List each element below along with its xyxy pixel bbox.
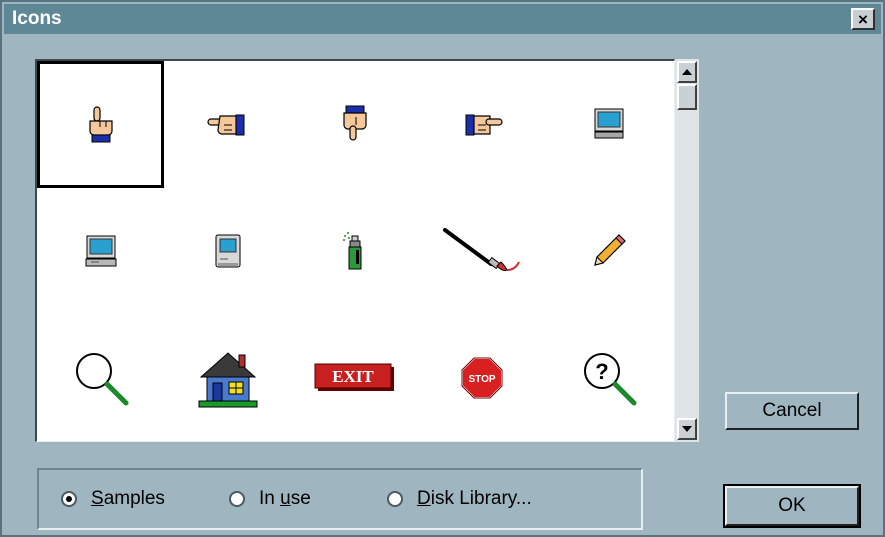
- icon-cell[interactable]: [37, 188, 164, 315]
- computer-monitor-icon: [594, 108, 624, 139]
- icon-cell[interactable]: [164, 188, 291, 315]
- icon-cell[interactable]: [37, 314, 164, 441]
- hand-point-up-icon: [88, 106, 113, 143]
- icon-cell[interactable]: STOP: [419, 314, 546, 441]
- icon-cell[interactable]: EXIT: [291, 314, 418, 441]
- radio-disk-library-label: Disk Library...: [417, 488, 532, 509]
- pencil-icon: [594, 234, 627, 266]
- icons-dialog: Icons × EXIT STOP ? Cancel OK Samples In…: [0, 0, 885, 537]
- exit-sign-icon: EXIT: [314, 363, 394, 391]
- ok-button[interactable]: OK: [723, 484, 861, 528]
- hand-point-down-icon: [343, 105, 367, 141]
- radio-in-use[interactable]: In use: [229, 488, 311, 510]
- scroll-down-button[interactable]: [677, 418, 697, 440]
- exit-sign-label: EXIT: [332, 367, 374, 386]
- vertical-scrollbar[interactable]: [675, 59, 699, 442]
- icon-grid-panel: EXIT STOP ?: [35, 59, 675, 442]
- icon-cell[interactable]: [546, 61, 673, 188]
- radio-disk-library-button[interactable]: [387, 491, 403, 507]
- window-title: Icons: [12, 8, 62, 29]
- magnifying-glass-icon: [75, 352, 129, 406]
- cancel-button[interactable]: Cancel: [725, 392, 859, 430]
- icon-cell[interactable]: [419, 61, 546, 188]
- icon-cell[interactable]: ?: [546, 314, 673, 441]
- ok-label: OK: [778, 495, 806, 516]
- radio-disk-library[interactable]: Disk Library...: [387, 488, 532, 510]
- macintosh-computer-icon: [215, 234, 241, 268]
- arrow-down-icon: [682, 426, 692, 432]
- icon-grid: EXIT STOP ?: [37, 61, 673, 441]
- paint-brush-icon: [443, 227, 521, 271]
- icon-cell[interactable]: [37, 61, 165, 188]
- cancel-label: Cancel: [762, 400, 822, 421]
- stop-sign-icon: STOP: [461, 356, 504, 399]
- scroll-thumb[interactable]: [677, 84, 697, 110]
- close-button[interactable]: ×: [851, 8, 875, 30]
- radio-samples-label: Samples: [91, 488, 165, 509]
- hand-point-right-icon: [465, 114, 503, 136]
- icon-cell[interactable]: [419, 188, 546, 315]
- radio-samples-button[interactable]: [61, 491, 77, 507]
- stop-sign-label: STOP: [469, 374, 496, 385]
- icon-cell[interactable]: [546, 188, 673, 315]
- icon-cell[interactable]: [291, 61, 418, 188]
- radio-in-use-button[interactable]: [229, 491, 245, 507]
- icon-cell[interactable]: [164, 61, 291, 188]
- arrow-up-icon: [682, 69, 692, 75]
- title-bar[interactable]: Icons ×: [4, 4, 881, 34]
- computer-terminal-icon: [85, 235, 117, 267]
- help-question-mark: ?: [596, 359, 609, 384]
- icon-cell[interactable]: [164, 314, 291, 441]
- help-magnifier-icon: ?: [584, 352, 637, 406]
- hand-point-left-icon: [207, 114, 245, 136]
- house-icon: [198, 351, 258, 408]
- close-icon: ×: [858, 9, 868, 29]
- radio-selected-dot: [66, 496, 72, 502]
- scroll-up-button[interactable]: [677, 61, 697, 83]
- radio-samples[interactable]: Samples: [61, 488, 165, 510]
- icon-source-radio-group: Samples In use Disk Library...: [37, 468, 643, 530]
- spray-can-icon: [342, 231, 362, 270]
- icon-cell[interactable]: [291, 188, 418, 315]
- radio-in-use-label: In use: [259, 488, 311, 509]
